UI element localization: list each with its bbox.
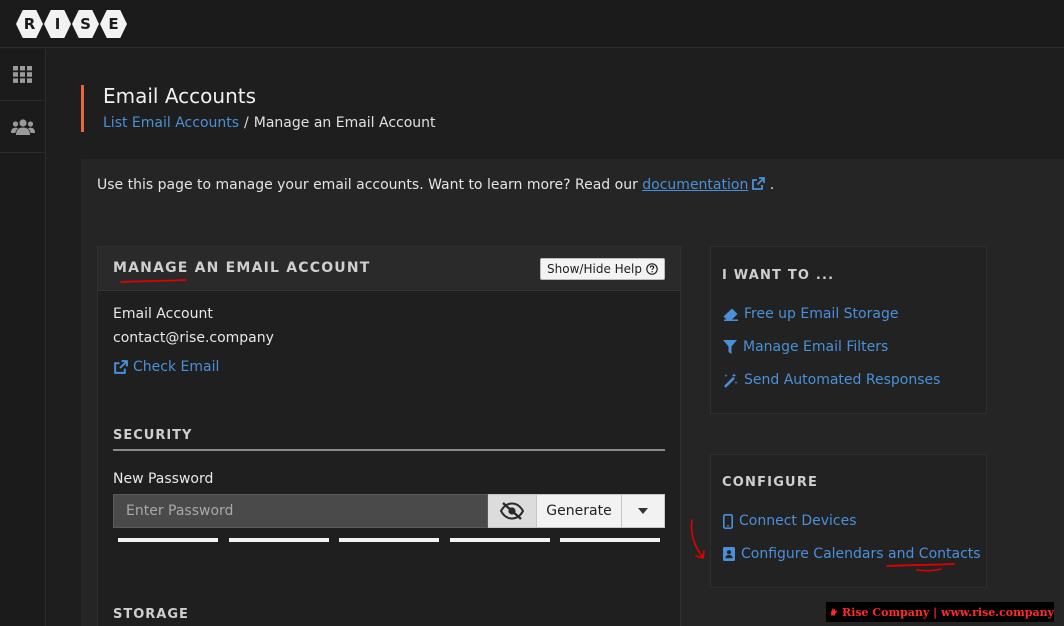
annotation-marks bbox=[120, 279, 955, 572]
watermark-text: Rise Company | www.rise.company bbox=[842, 605, 1054, 619]
hand-logo-icon bbox=[831, 608, 838, 616]
watermark: Rise Company | www.rise.company bbox=[826, 602, 1054, 622]
